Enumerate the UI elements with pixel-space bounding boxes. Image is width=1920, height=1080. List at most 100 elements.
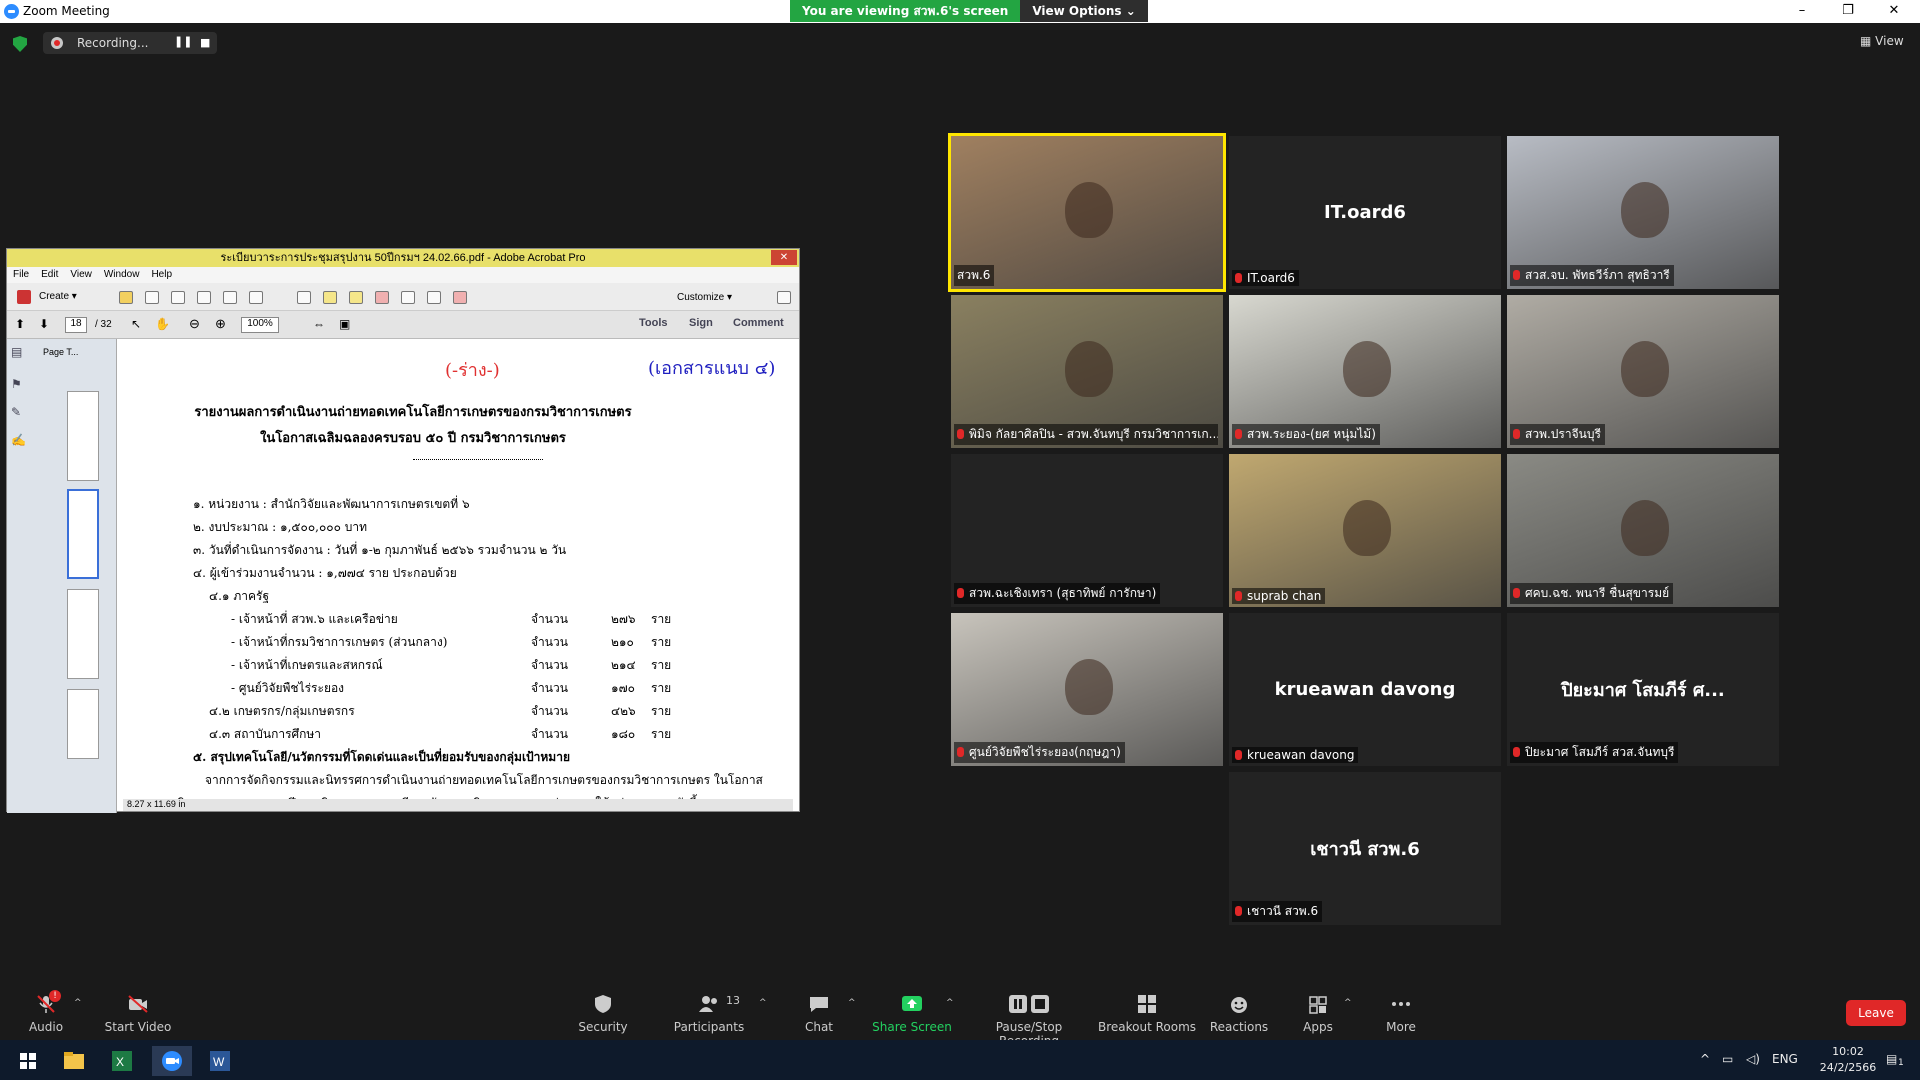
fullscreen-icon[interactable] (777, 291, 791, 304)
security-shield-icon[interactable] (13, 36, 27, 52)
participant-tile[interactable]: ศคบ.ฉช. พนารี ชื่นสุขารมย์ (1507, 454, 1779, 607)
clock-time[interactable]: 10:02 (1818, 1045, 1878, 1058)
participant-tile[interactable]: ศูนย์วิจัยพืชไร่ระยอง(กฤษฎา) (951, 613, 1223, 766)
restore-button[interactable]: ❐ (1826, 0, 1870, 23)
tray-chevron-icon[interactable]: ^ (1700, 1052, 1710, 1066)
page-thumbnail[interactable] (67, 689, 99, 759)
email-icon[interactable] (249, 291, 263, 304)
acrobat-menu-window[interactable]: Window (104, 267, 140, 283)
participant-name: krueawan davong (1247, 748, 1355, 762)
acrobat-menu-file[interactable]: File (13, 267, 29, 283)
participant-tile[interactable]: krueawan davong krueawan davong (1229, 613, 1501, 766)
view-options-button[interactable]: View Options ⌄ (1020, 0, 1148, 22)
stamp-icon[interactable] (401, 291, 415, 304)
zoom-in-icon[interactable]: ⊕ (215, 316, 226, 332)
highlight-icon[interactable] (349, 291, 363, 304)
stop-recording-icon[interactable]: ■ (200, 36, 210, 49)
fit-width-icon[interactable]: ⇔ (313, 317, 325, 331)
select-tool-icon[interactable]: ↖ (131, 317, 141, 331)
row-suffix: ราย (651, 612, 672, 626)
more-button[interactable]: More (1346, 994, 1456, 1034)
bookmark-icon[interactable]: ⚑ (11, 377, 22, 391)
participant-name-label: ปิยะมาศ โสมภีร์ สวส.จันทบุรี (1510, 742, 1679, 763)
leave-button[interactable]: Leave (1846, 1000, 1906, 1026)
file-explorer-icon[interactable] (54, 1046, 94, 1076)
volume-icon[interactable]: ◁) (1746, 1052, 1760, 1066)
customize-button[interactable]: Customize ▾ (677, 292, 732, 303)
row-suffix: ราย (651, 635, 672, 649)
fit-page-icon[interactable]: ▣ (339, 317, 350, 331)
participant-tile[interactable]: สวส.จบ. พัทธวีร์ภา สุทธิวารี (1507, 136, 1779, 289)
pages-icon[interactable]: ▤ (11, 345, 22, 359)
settings-icon[interactable] (297, 291, 311, 304)
page-thumbnail-selected[interactable] (67, 489, 99, 579)
participant-tile[interactable]: IT.oard6 IT.oard6 (1229, 136, 1501, 289)
row-label: - เจ้าหน้าที่เกษตรและสหกรณ์ (231, 658, 383, 672)
signature-icon[interactable]: ✍ (11, 433, 26, 447)
page-thumbnail[interactable] (67, 589, 99, 679)
tab-comment[interactable]: Comment (733, 317, 784, 329)
prev-page-icon[interactable]: ⬆ (15, 317, 25, 331)
participant-name-label: ศคบ.ฉช. พนารี ชื่นสุขารมย์ (1510, 583, 1674, 604)
zoom-out-icon[interactable]: ⊖ (189, 316, 200, 332)
document-heading-2: ในโอกาสเฉลิมฉลองครบรอบ ๕๐ ปี กรมวิชาการเ… (260, 431, 566, 446)
row-label: - ศูนย์วิจัยพืชไร่ระยอง (231, 681, 345, 695)
form-icon[interactable] (453, 291, 467, 304)
network-icon[interactable]: ▭ (1722, 1052, 1733, 1066)
excel-icon[interactable]: X (102, 1046, 142, 1076)
start-video-button[interactable]: Start Video (83, 994, 193, 1034)
windows-start-icon[interactable] (8, 1046, 48, 1076)
muted-mic-icon (1235, 429, 1242, 439)
pause-recording-icon[interactable]: ❚❚ (174, 35, 192, 48)
tab-sign[interactable]: Sign (689, 317, 713, 329)
acrobat-close-icon[interactable]: ✕ (771, 250, 797, 265)
participant-tile[interactable]: พิมิจ กัลยาศิลปิน - สวพ.จันทบุรี กรมวิชา… (951, 295, 1223, 448)
page-number-input[interactable]: 18 (65, 317, 87, 333)
acrobat-menu-help[interactable]: Help (151, 267, 172, 283)
language-indicator[interactable]: ENG (1772, 1052, 1798, 1066)
muted-mic-icon (957, 588, 964, 598)
document-line: จากการจัดกิจกรรมและนิทรรศการดำเนินงานถ่า… (205, 773, 763, 787)
tab-tools[interactable]: Tools (639, 317, 668, 329)
word-icon[interactable]: W (200, 1046, 240, 1076)
clock-date[interactable]: 24/2/2566 (1812, 1061, 1884, 1074)
notification-icon[interactable]: ▤ (1886, 1052, 1897, 1066)
audio-options-caret[interactable]: ^ (74, 998, 82, 1008)
edit-icon[interactable] (223, 291, 237, 304)
participant-tile[interactable]: ปิยะมาศ โสมภีร์ ศ... ปิยะมาศ โสมภีร์ สวส.… (1507, 613, 1779, 766)
share-options-caret[interactable]: ^ (946, 998, 954, 1008)
person-silhouette (1621, 181, 1670, 238)
zoom-input[interactable]: 100% (241, 317, 279, 333)
sign-icon[interactable] (427, 291, 441, 304)
participant-tile[interactable]: suprab chan (1229, 454, 1501, 607)
chat-options-caret[interactable]: ^ (848, 998, 856, 1008)
participant-tile[interactable]: เชาวนี สวพ.6 เชาวนี สวพ.6 (1229, 772, 1501, 925)
participant-tile[interactable]: สวพ.ระยอง-(ยศ หนุ่มไม้) (1229, 295, 1501, 448)
acrobat-menu-edit[interactable]: Edit (41, 267, 58, 283)
acrobat-title-bar: ระเบียบวาระการประชุมสรุปงาน 50ปีกรมฯ 24.… (7, 249, 799, 267)
document-line: ๔.๑ ภาครัฐ (209, 589, 270, 603)
hand-tool-icon[interactable]: ✋ (155, 317, 170, 331)
print-icon[interactable] (197, 291, 211, 304)
create-button[interactable]: Create ▾ (39, 291, 77, 302)
close-button[interactable]: ✕ (1872, 0, 1916, 23)
save-icon[interactable] (145, 291, 159, 304)
view-button[interactable]: ▦ View (1860, 34, 1904, 48)
reactions-label: Reactions (1209, 1020, 1269, 1034)
page-thumbnail[interactable] (67, 391, 99, 481)
participant-tile[interactable]: สวพ.ฉะเชิงเทรา (สุธาทิพย์ การักษา) (951, 454, 1223, 607)
cloud-icon[interactable] (171, 291, 185, 304)
participant-tile[interactable]: สวพ.6 (948, 133, 1226, 292)
next-page-icon[interactable]: ⬇ (39, 317, 49, 331)
minimize-button[interactable]: – (1780, 0, 1824, 23)
participants-button[interactable]: Participants (654, 994, 764, 1034)
participant-tile[interactable]: สวพ.ปราจีนบุรี (1507, 295, 1779, 448)
open-folder-icon[interactable] (119, 291, 133, 304)
acrobat-menu-view[interactable]: View (70, 267, 92, 283)
attachment-icon[interactable]: ✎ (11, 405, 21, 419)
redact-icon[interactable] (375, 291, 389, 304)
row-unit: จำนวน (531, 704, 568, 718)
comment-icon[interactable] (323, 291, 337, 304)
zoom-app-icon[interactable] (152, 1046, 192, 1076)
security-button[interactable]: Security (548, 994, 658, 1034)
